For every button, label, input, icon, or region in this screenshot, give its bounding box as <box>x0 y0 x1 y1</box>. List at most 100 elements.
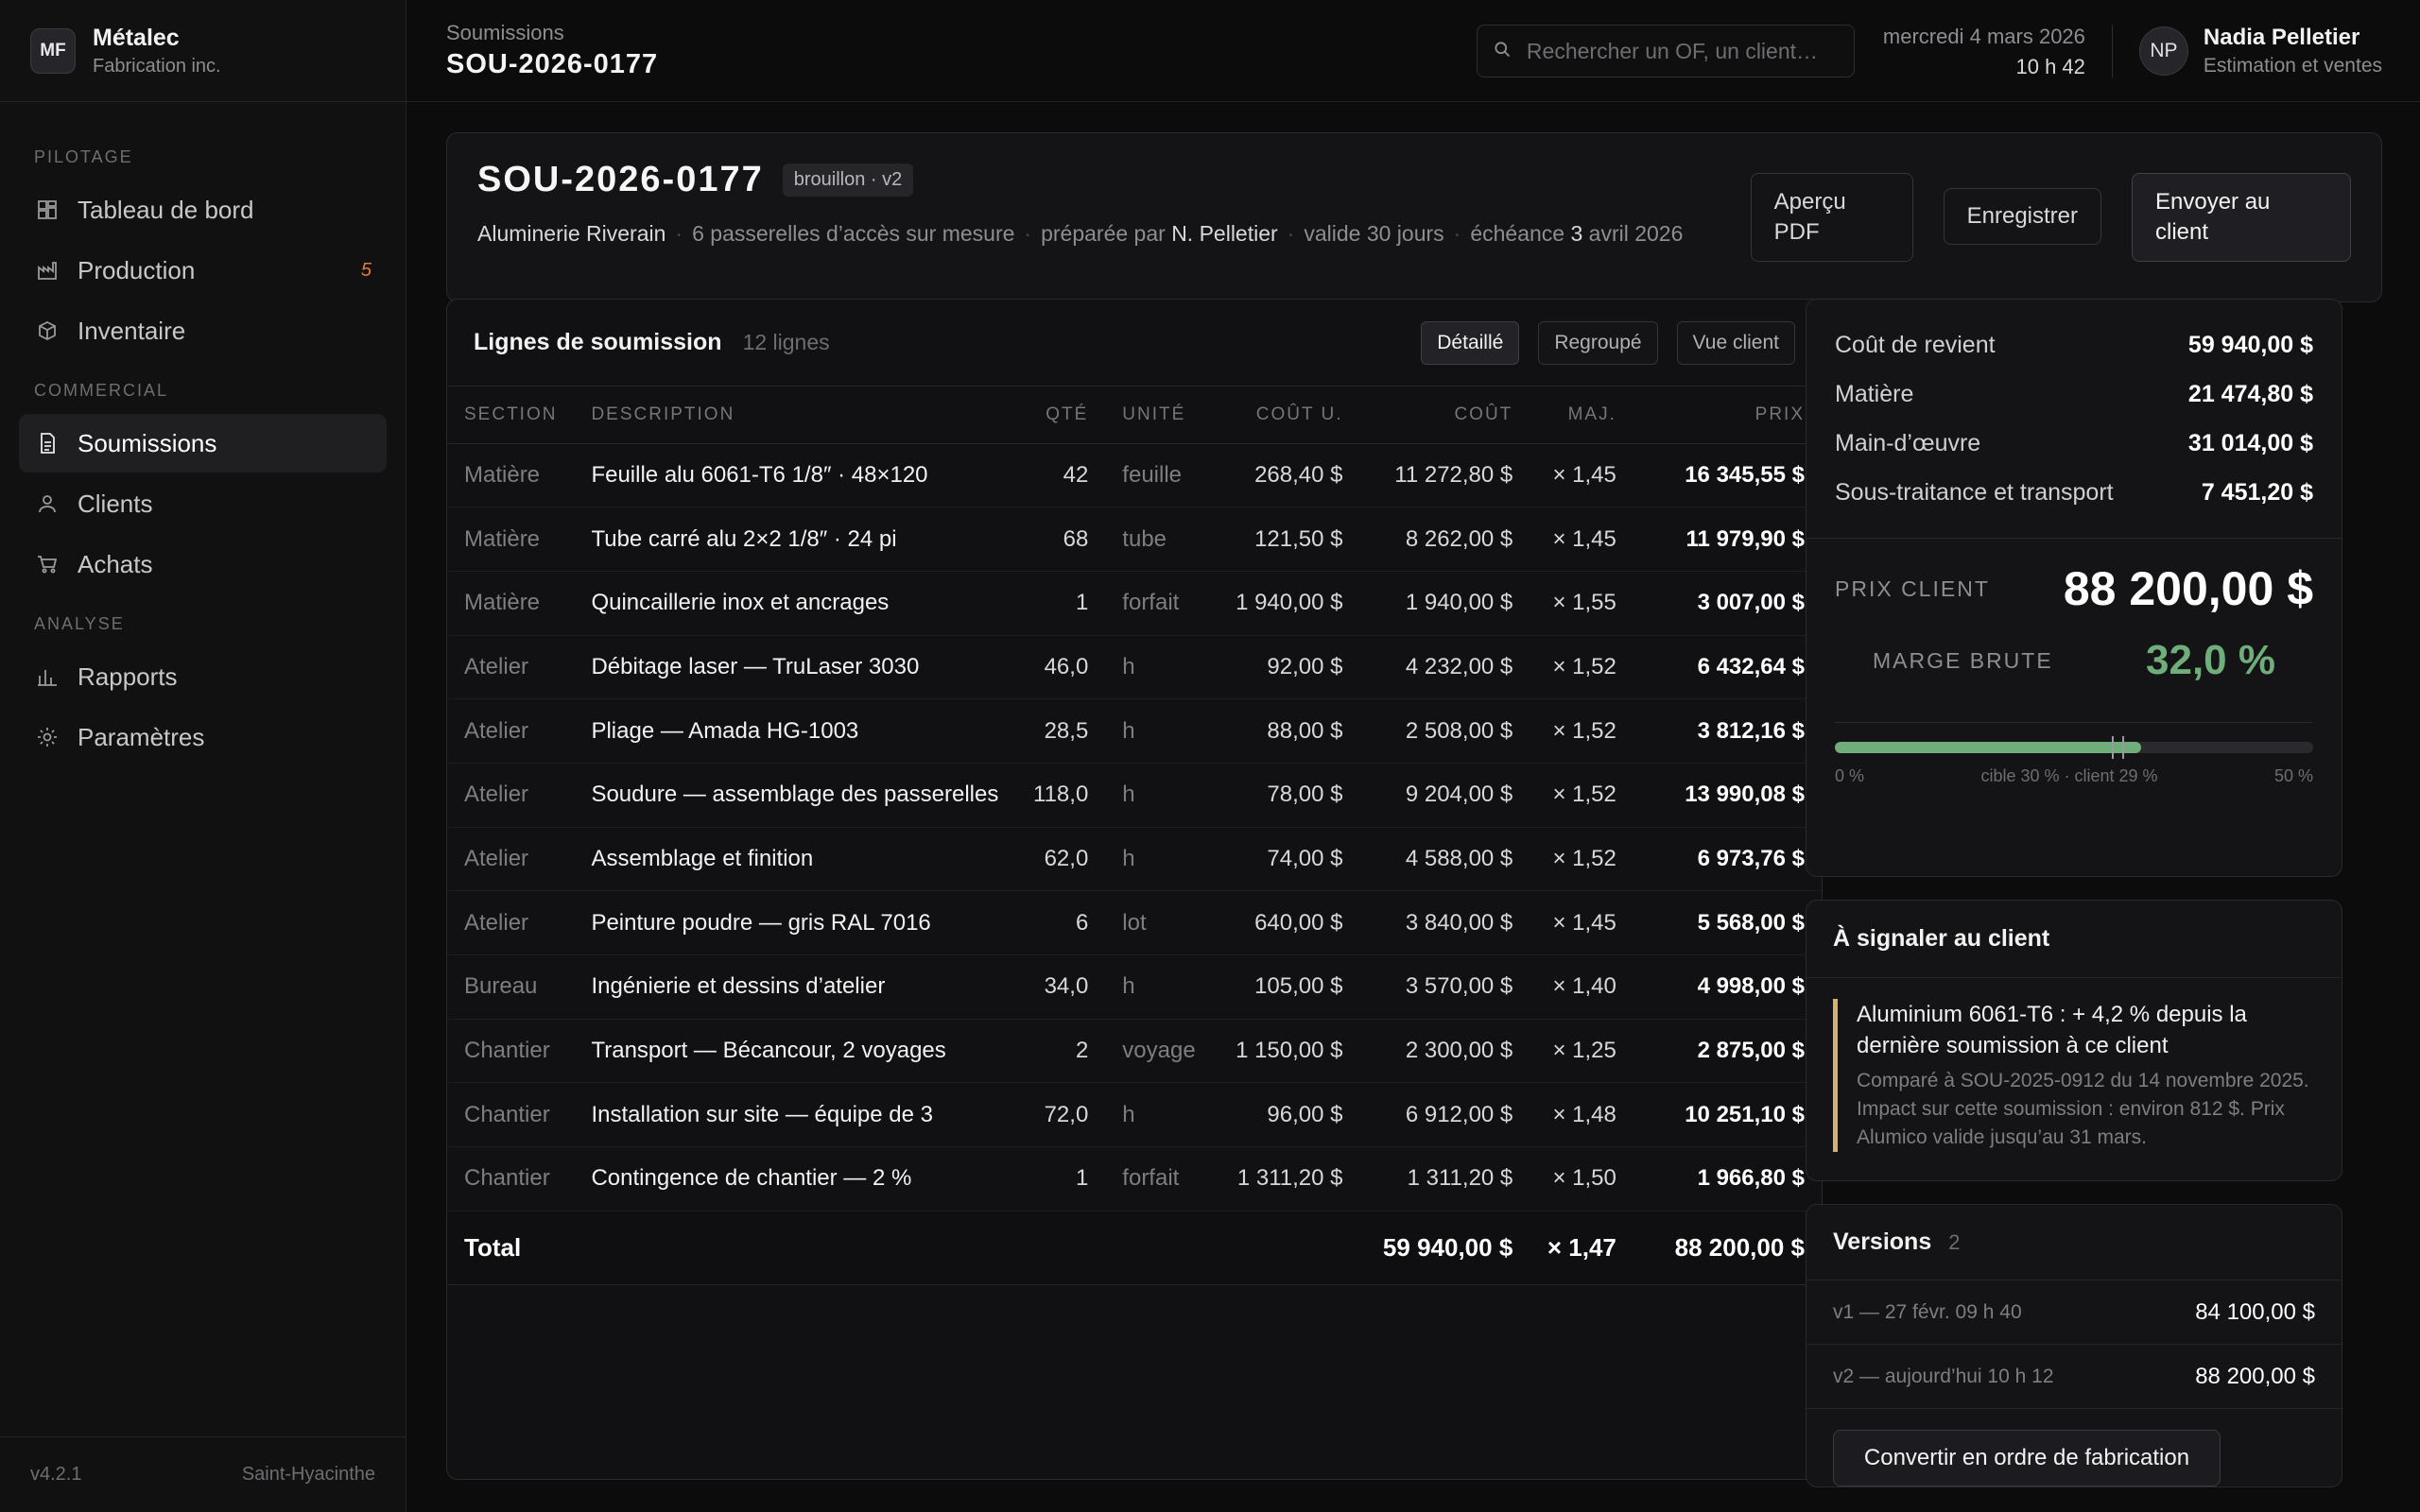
margin-gauge <box>1835 736 2313 759</box>
row-markup: × 1,45 <box>1530 507 1634 572</box>
sidebar-item-label: Production <box>78 255 196 284</box>
sidebar-item-soumissions[interactable]: Soumissions <box>19 414 387 472</box>
table-header-row: SECTION DESCRIPTION QTÉ UNITÉ COÛT U. CO… <box>447 387 1822 444</box>
sidebar-item-parametres[interactable]: Paramètres <box>19 708 387 766</box>
bar-chart-icon <box>34 663 60 690</box>
gross-margin-value: 32,0 % <box>2146 637 2275 683</box>
sidebar-item-clients[interactable]: Clients <box>19 474 387 533</box>
versions-title: Versions <box>1833 1228 1932 1255</box>
brand-name: Métalec <box>93 24 180 51</box>
version-price: 84 100,00 $ <box>2195 1298 2315 1325</box>
row-price: 3 812,16 $ <box>1633 698 1822 764</box>
lines-title: Lignes de soumission <box>474 329 722 355</box>
table-row[interactable]: Bureau Ingénierie et dessins d’atelier 34,… <box>447 954 1822 1020</box>
search-input[interactable]: Rechercher un OF, un client… <box>1476 24 1855 77</box>
table-row[interactable]: Atelier Débitage laser — TruLaser 3030 46,… <box>447 635 1822 700</box>
versions-card: Versions 2 v1 — 27 févr. 09 h 40 84 100,… <box>1806 1204 2342 1487</box>
sidebar: MF Métalec Fabrication inc. PILOTAGE Tab… <box>0 0 406 1512</box>
row-section: Atelier <box>447 635 575 700</box>
sidebar-item-achats[interactable]: Achats <box>19 535 387 593</box>
brand-subtitle: Fabrication inc. <box>93 55 221 77</box>
row-section: Atelier <box>447 698 575 764</box>
gross-margin-label: MARGE BRUTE <box>1873 647 2053 673</box>
table-row[interactable]: Atelier Pliage — Amada HG-1003 28,5 h 88,00 … <box>447 698 1822 764</box>
sidebar-item-tableau-de-bord[interactable]: Tableau de bord <box>19 180 387 239</box>
send-to-client-button[interactable]: Envoyer au client <box>2132 173 2351 262</box>
user-menu[interactable]: NP Nadia Pelletier Estimation et ventes <box>2138 24 2382 77</box>
row-cost: 2 300,00 $ <box>1359 1019 1530 1084</box>
summary-label: Main-d’œuvre <box>1835 429 1981 456</box>
view-grouped-button[interactable]: Regroupé <box>1538 320 1658 365</box>
save-button[interactable]: Enregistrer <box>1943 188 2101 245</box>
col-header-qty: QTÉ <box>1016 387 1106 444</box>
row-unit: h <box>1105 954 1213 1020</box>
sidebar-item-inventaire[interactable]: Inventaire <box>19 301 387 360</box>
row-description: Peinture poudre — gris RAL 7016 <box>574 890 1017 955</box>
row-qty: 68 <box>1016 507 1106 572</box>
client-name[interactable]: Aluminerie Riverain <box>477 221 666 246</box>
version-row[interactable]: v2 — aujourd’hui 10 h 12 88 200,00 $ <box>1806 1345 2342 1409</box>
row-unit: feuille <box>1105 443 1213 508</box>
preview-pdf-button[interactable]: Aperçu PDF <box>1750 173 1913 262</box>
row-markup: × 1,45 <box>1530 443 1634 508</box>
sidebar-item-label: Clients <box>78 489 153 518</box>
table-row[interactable]: Matière Quincaillerie inox et ancrages 1 fo… <box>447 571 1822 636</box>
quote-meta: Aluminerie Riverain · 6 passerelles d’accè… <box>477 221 1684 246</box>
row-section: Chantier <box>447 1019 575 1084</box>
version-row[interactable]: v1 — 27 févr. 09 h 40 84 100,00 $ <box>1806 1280 2342 1345</box>
sidebar-item-rapports[interactable]: Rapports <box>19 647 387 706</box>
row-qty: 28,5 <box>1016 698 1106 764</box>
row-section: Atelier <box>447 763 575 828</box>
gauge-mid-label: cible 30 % · client 29 % <box>1980 766 2158 785</box>
due-day: 3 <box>1570 221 1583 246</box>
table-row[interactable]: Atelier Peinture poudre — gris RAL 7016 6 l… <box>447 890 1822 955</box>
col-header-section: SECTION <box>447 387 575 444</box>
table-row[interactable]: Matière Tube carré alu 2×2 1/8″ · 24 pi 68… <box>447 507 1822 572</box>
table-row[interactable]: Matière Feuille alu 6061-T6 1/8″ · 48×120… <box>447 443 1822 508</box>
table-row[interactable]: Chantier Transport — Bécancour, 2 voyages… <box>447 1019 1822 1084</box>
row-price: 3 007,00 $ <box>1633 571 1822 636</box>
summary-value: 59 940,00 $ <box>2187 331 2313 358</box>
avatar: NP <box>2138 26 2188 76</box>
breadcrumb: Soumissions SOU-2026-0177 <box>446 21 658 80</box>
col-header-cost: COÛT <box>1359 387 1530 444</box>
col-header-unit: UNITÉ <box>1105 387 1213 444</box>
row-description: Débitage laser — TruLaser 3030 <box>574 635 1017 700</box>
row-price: 16 345,55 $ <box>1633 443 1822 508</box>
row-description: Pliage — Amada HG-1003 <box>574 698 1017 764</box>
gauge-min-label: 0 % <box>1835 766 1865 785</box>
row-unit-cost: 74,00 $ <box>1212 827 1360 892</box>
row-cost: 4 588,00 $ <box>1359 827 1530 892</box>
row-qty: 72,0 <box>1016 1082 1106 1148</box>
alert-title: À signaler au client <box>1806 901 2342 978</box>
table-row[interactable]: Chantier Contingence de chantier — 2 % 1 fo… <box>447 1146 1822 1211</box>
version-label: v2 — aujourd’hui 10 h 12 <box>1833 1365 2054 1387</box>
view-detailed-button[interactable]: Détaillé <box>1421 320 1520 365</box>
row-unit: h <box>1105 827 1213 892</box>
gauge-labels: 0 % cible 30 % · client 29 % 50 % <box>1835 766 2313 786</box>
row-cost: 1 940,00 $ <box>1359 571 1530 636</box>
table-row[interactable]: Chantier Installation sur site — équipe d… <box>447 1082 1822 1148</box>
user-name: Nadia Pelletier <box>2203 24 2360 50</box>
breadcrumb-parent[interactable]: Soumissions <box>446 21 658 45</box>
summary-row: Main-d’œuvre 31 014,00 $ <box>1835 419 2313 468</box>
total-cost: 59 940,00 $ <box>1359 1210 1530 1285</box>
sidebar-item-production[interactable]: Production 5 <box>19 241 387 300</box>
view-client-button[interactable]: Vue client <box>1676 320 1795 365</box>
row-cost: 11 272,80 $ <box>1359 443 1530 508</box>
brand[interactable]: MF Métalec Fabrication inc. <box>0 0 406 102</box>
total-label: Total <box>447 1210 1360 1285</box>
col-header-markup: MAJ. <box>1530 387 1634 444</box>
gross-margin-row: MARGE BRUTE 32,0 % <box>1835 637 2313 684</box>
row-qty: 118,0 <box>1016 763 1106 828</box>
table-row[interactable]: Atelier Assemblage et finition 62,0 h 74,00 … <box>447 827 1822 892</box>
row-unit: tube <box>1105 507 1213 572</box>
convert-to-order-button[interactable]: Convertir en ordre de fabrication <box>1833 1430 2221 1486</box>
margin-gauge-fill <box>1835 742 2141 753</box>
row-qty: 1 <box>1016 1146 1106 1211</box>
row-description: Tube carré alu 2×2 1/8″ · 24 pi <box>574 507 1017 572</box>
row-qty: 1 <box>1016 571 1106 636</box>
table-row[interactable]: Atelier Soudure — assemblage des passerel… <box>447 763 1822 828</box>
row-description: Transport — Bécancour, 2 voyages <box>574 1019 1017 1084</box>
row-unit-cost: 268,40 $ <box>1212 443 1360 508</box>
